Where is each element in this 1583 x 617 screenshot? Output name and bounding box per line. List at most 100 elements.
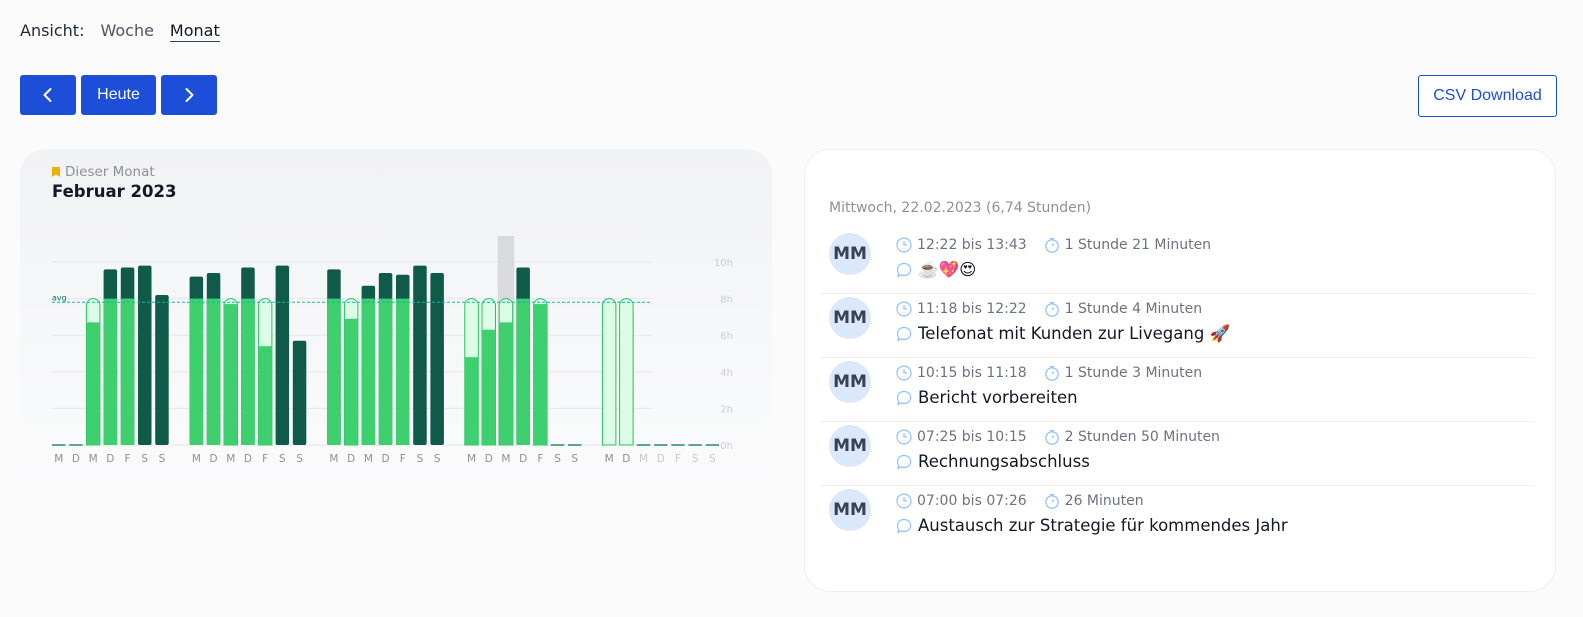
view-option-month[interactable]: Monat: [169, 21, 220, 42]
time-entry[interactable]: MM 07:00 bis 07:26 26 Minuten Austausch …: [821, 486, 1533, 550]
next-button[interactable]: [161, 75, 217, 115]
x-tick-label: S: [279, 453, 286, 465]
hours-bar: [482, 329, 496, 445]
x-tick-label: M: [89, 453, 98, 465]
hours-bar-target-part: [378, 298, 393, 445]
entry-duration: 1 Stunde 3 Minuten: [1064, 365, 1203, 381]
entry-time: 10:15 bis 11:18: [917, 365, 1027, 381]
clock-icon: [896, 493, 912, 509]
previous-button[interactable]: [20, 75, 76, 115]
comment-icon: [896, 454, 912, 470]
view-option-week[interactable]: Woche: [100, 21, 153, 40]
comment-icon: [896, 326, 912, 342]
hours-bar: [155, 294, 169, 445]
x-tick-label: F: [125, 453, 131, 465]
hours-bar: [275, 265, 290, 445]
y-tick-label: 4h: [720, 368, 733, 379]
x-tick-label: S: [296, 453, 303, 465]
month-bar-chart: 0h2h4h6h8h10hM D M D F S S M D M D F S S M D M D F S S M D M D F S…: [52, 236, 733, 465]
hours-bar: [430, 272, 444, 445]
hours-bar: [464, 357, 479, 445]
entry-duration-wrap: 2 Stunden 50 Minuten: [1043, 428, 1220, 446]
stopwatch-icon: [1044, 237, 1059, 253]
x-tick-label: S: [434, 453, 441, 465]
x-tick-label: F: [675, 453, 681, 465]
x-tick-label: D: [519, 453, 527, 465]
entry-note-text: ☕️💖😍: [918, 260, 977, 279]
x-tick-label: D: [210, 453, 218, 465]
entry-duration: 2 Stunden 50 Minuten: [1064, 429, 1220, 445]
avatar: MM: [829, 233, 871, 275]
stopwatch-icon: [1044, 429, 1059, 445]
y-tick-label: 8h: [720, 295, 733, 306]
hours-bar: [413, 265, 427, 445]
entry-time: 12:22 bis 13:43: [917, 237, 1027, 253]
hours-bar-target-part: [103, 298, 118, 445]
hours-bar-target-part: [206, 298, 221, 445]
entry-meta: 07:00 bis 07:26 26 Minuten: [895, 492, 1144, 510]
hours-bar-target-part: [396, 298, 410, 445]
entry-duration-wrap: 26 Minuten: [1043, 492, 1144, 510]
comment-icon: [896, 390, 912, 406]
entry-duration-wrap: 1 Stunde 3 Minuten: [1043, 364, 1202, 382]
entry-meta: 11:18 bis 12:22 1 Stunde 4 Minuten: [895, 300, 1202, 318]
entry-time: 07:25 bis 10:15: [917, 429, 1027, 445]
entry-duration: 1 Stunde 21 Minuten: [1064, 237, 1212, 253]
x-tick-label: M: [192, 453, 201, 465]
entry-note-text: Rechnungsabschluss: [918, 452, 1090, 471]
chevron-right-icon: [185, 88, 194, 102]
y-tick-label: 10h: [714, 258, 733, 269]
x-tick-label: D: [657, 453, 665, 465]
entry-meta: 10:15 bis 11:18 1 Stunde 3 Minuten: [895, 364, 1202, 382]
comment-icon: [896, 262, 912, 278]
hours-bar-target-part: [361, 298, 376, 445]
entry-duration-wrap: 1 Stunde 4 Minuten: [1043, 300, 1202, 318]
entry-note-text: Bericht vorbereiten: [918, 388, 1078, 407]
x-tick-label: S: [692, 453, 699, 465]
hours-bar-target-part: [516, 298, 530, 445]
x-tick-label: S: [709, 453, 716, 465]
avatar: MM: [829, 361, 871, 403]
hours-bar-target-part: [189, 298, 204, 445]
entry-list: MM 12:22 bis 13:43 1 Stunde 21 Minuten ☕…: [821, 230, 1533, 550]
entry-note: Rechnungsabschluss: [895, 452, 1090, 471]
x-tick-label: F: [537, 453, 543, 465]
x-tick-label: D: [382, 453, 390, 465]
x-tick-label: M: [54, 453, 63, 465]
entry-note-text: Austausch zur Strategie für kommendes Ja…: [918, 516, 1288, 535]
time-entry[interactable]: MM 11:18 bis 12:22 1 Stunde 4 Minuten Te…: [821, 294, 1533, 358]
average-label: avg: [52, 293, 67, 302]
time-entry[interactable]: MM 12:22 bis 13:43 1 Stunde 21 Minuten ☕…: [821, 230, 1533, 294]
hours-bar-target-part: [327, 298, 341, 445]
y-tick-label: 2h: [720, 404, 733, 415]
avatar: MM: [829, 297, 871, 339]
time-entry[interactable]: MM 10:15 bis 11:18 1 Stunde 3 Minuten Be…: [821, 358, 1533, 422]
entry-meta: 12:22 bis 13:43 1 Stunde 21 Minuten: [895, 236, 1211, 254]
csv-download-button[interactable]: CSV Download: [1418, 75, 1557, 117]
time-entry[interactable]: MM 07:25 bis 10:15 2 Stunden 50 Minuten …: [821, 422, 1533, 486]
x-tick-label: M: [226, 453, 235, 465]
month-chart-card: Dieser Monat Februar 2023 0h 2h 4h 6h 8h 10h M…: [20, 149, 772, 494]
y-tick-label: 0h: [720, 441, 733, 452]
clock-icon: [896, 429, 912, 445]
entry-note: Austausch zur Strategie für kommendes Ja…: [895, 516, 1288, 535]
view-switch: Ansicht: Woche Monat: [20, 21, 236, 42]
stopwatch-icon: [1044, 493, 1059, 509]
x-tick-label: D: [72, 453, 80, 465]
x-tick-label: M: [329, 453, 338, 465]
today-button[interactable]: Heute: [81, 75, 156, 115]
target-bar: [619, 298, 634, 446]
hours-bar-target-part: [241, 298, 255, 445]
y-tick-label: 6h: [720, 331, 733, 342]
avatar: MM: [829, 425, 871, 467]
comment-icon: [896, 518, 912, 534]
entry-note-text: Telefonat mit Kunden zur Livegang 🚀: [918, 324, 1231, 343]
clock-icon: [896, 237, 912, 253]
x-tick-label: M: [605, 453, 614, 465]
x-tick-label: D: [244, 453, 252, 465]
hours-bar: [224, 304, 238, 445]
avatar: MM: [829, 489, 871, 531]
entry-duration: 26 Minuten: [1064, 493, 1144, 509]
x-tick-label: M: [467, 453, 476, 465]
x-tick-label: D: [106, 453, 114, 465]
